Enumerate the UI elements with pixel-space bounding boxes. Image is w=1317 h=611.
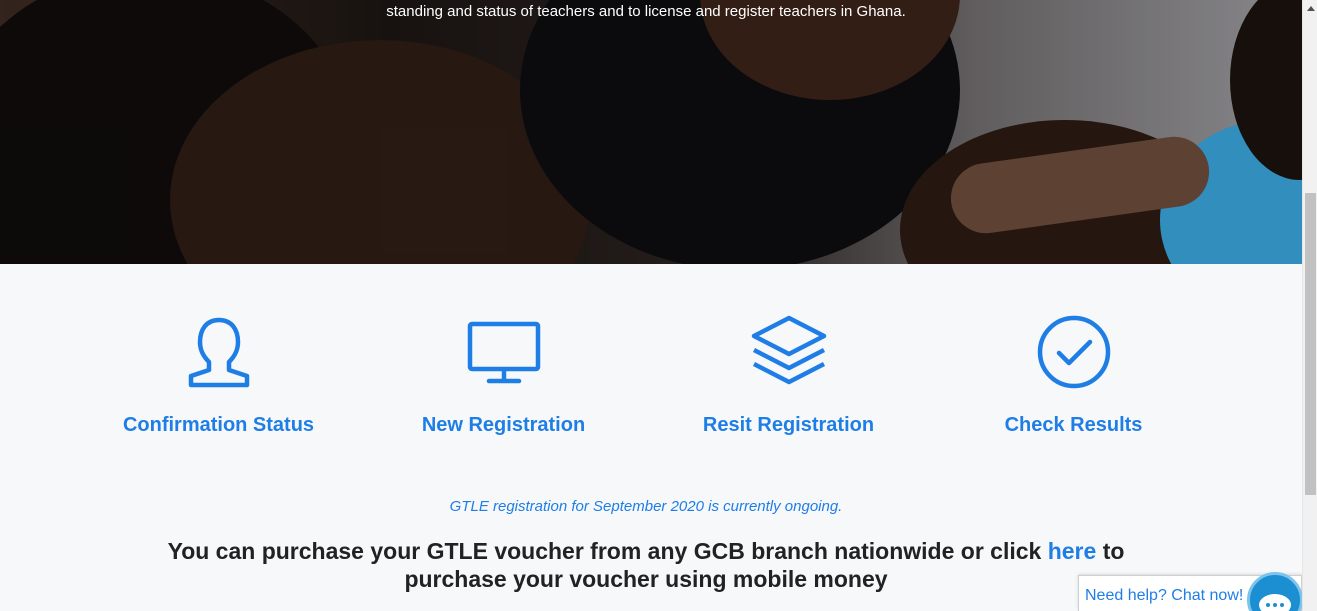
user-icon bbox=[188, 317, 249, 388]
scroll-up-arrow-icon[interactable] bbox=[1303, 0, 1317, 17]
mobile-money-link[interactable]: here bbox=[1048, 538, 1097, 564]
new-registration-link[interactable]: New Registration bbox=[361, 314, 646, 437]
purchase-instructions: You can purchase your GTLE voucher from … bbox=[120, 537, 1172, 593]
feature-label: Resit Registration bbox=[702, 414, 875, 436]
feature-label: New Registration bbox=[421, 414, 586, 436]
check-circle-icon bbox=[1037, 315, 1110, 389]
confirmation-status-link[interactable]: Confirmation Status bbox=[76, 314, 361, 437]
feature-label: Check Results bbox=[1004, 414, 1143, 436]
check-results-link[interactable]: Check Results bbox=[931, 314, 1216, 437]
monitor-icon bbox=[467, 321, 540, 384]
chat-bubble-icon[interactable] bbox=[1247, 572, 1303, 611]
page: standing and status of teachers and to l… bbox=[0, 0, 1317, 611]
feature-label: Confirmation Status bbox=[122, 414, 315, 436]
scrollbar-thumb[interactable] bbox=[1305, 193, 1316, 495]
feature-links: Confirmation Status New Registration Res… bbox=[0, 264, 1302, 464]
hero-banner: standing and status of teachers and to l… bbox=[0, 0, 1302, 264]
purchase-text-before: You can purchase your GTLE voucher from … bbox=[167, 538, 1048, 564]
layers-icon bbox=[751, 315, 826, 385]
hero-overlay bbox=[0, 0, 1302, 264]
chat-label: Need help? Chat now! bbox=[1085, 587, 1244, 604]
chat-widget[interactable]: Need help? Chat now! bbox=[1078, 572, 1303, 611]
vertical-scrollbar[interactable] bbox=[1302, 0, 1317, 611]
registration-notice: GTLE registration for September 2020 is … bbox=[449, 498, 843, 515]
resit-registration-link[interactable]: Resit Registration bbox=[646, 314, 931, 437]
chat-dots-icon bbox=[1259, 594, 1291, 611]
hero-tagline: standing and status of teachers and to l… bbox=[386, 3, 906, 20]
